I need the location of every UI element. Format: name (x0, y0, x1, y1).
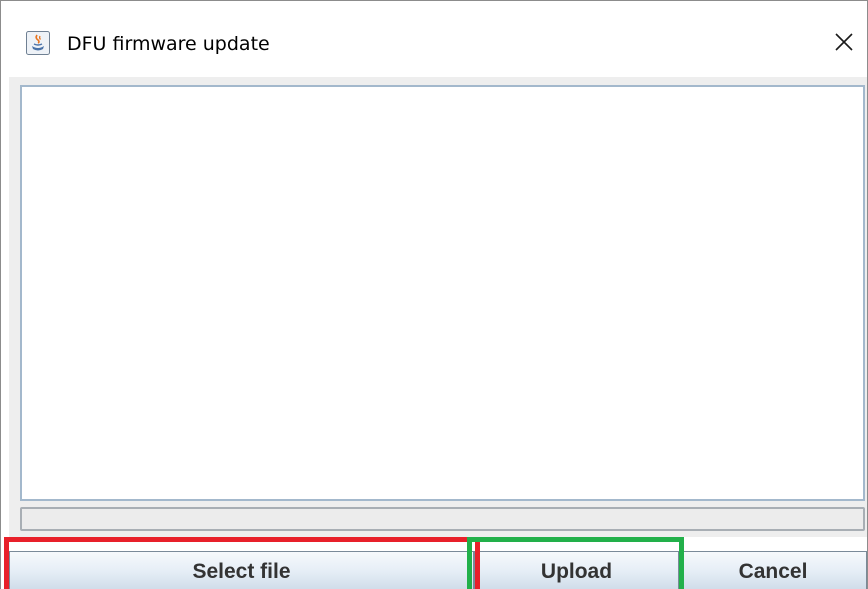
content-panel (9, 77, 867, 537)
window-title: DFU firmware update (67, 33, 270, 55)
button-bar: Select file Upload Cancel (1, 537, 867, 589)
title-bar[interactable]: DFU firmware update (1, 1, 867, 77)
upload-button[interactable]: Upload (474, 551, 679, 589)
log-text-area[interactable] (20, 85, 865, 501)
close-button[interactable] (827, 27, 861, 59)
java-cup-icon (26, 31, 50, 55)
cancel-button[interactable]: Cancel (679, 551, 867, 589)
close-icon (827, 33, 861, 63)
progress-bar (20, 507, 865, 531)
dfu-dialog: DFU firmware update Select file Upload C… (0, 0, 868, 589)
select-file-button[interactable]: Select file (9, 551, 474, 589)
